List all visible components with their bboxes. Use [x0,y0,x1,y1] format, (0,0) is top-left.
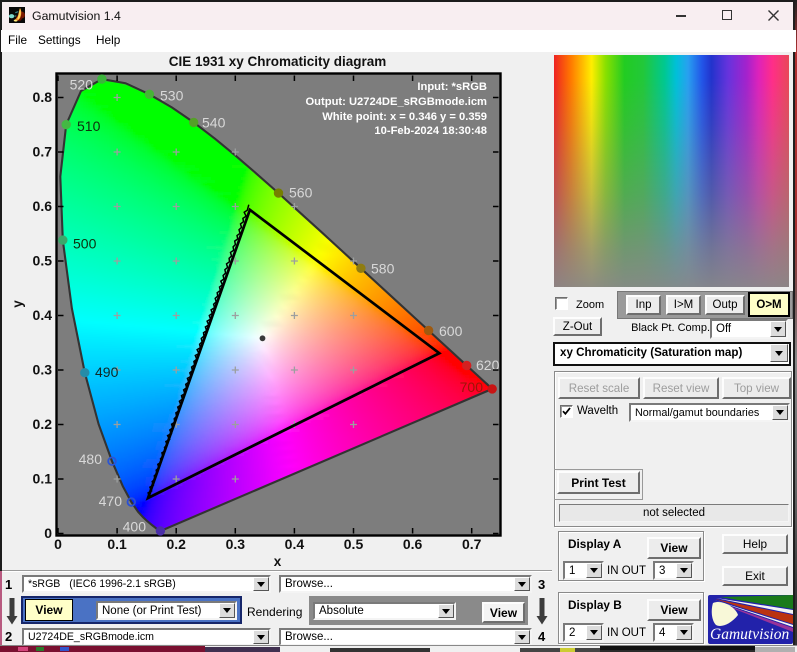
svg-text:0.5: 0.5 [33,253,53,269]
svg-text:0.5: 0.5 [344,536,364,552]
svg-text:0.7: 0.7 [462,536,482,552]
svg-text:Output: U2724DE_sRGBmode.icm: Output: U2724DE_sRGBmode.icm [305,96,487,108]
svg-text:530: 530 [160,88,184,104]
svg-text:600: 600 [439,323,463,339]
svg-text:White point: x = 0.346 y = 0: White point: x = 0.346 y = 0.359 [322,111,487,123]
svg-text:400: 400 [123,519,147,535]
svg-text:CIE 1931 xy Chromaticity diagr: CIE 1931 xy Chromaticity diagram [169,54,387,69]
svg-text:700: 700 [460,379,484,395]
svg-text:510: 510 [77,118,101,134]
svg-text:y: y [10,300,25,308]
svg-text:10-Feb-2024 18:30:48: 10-Feb-2024 18:30:48 [374,125,487,137]
svg-text:0.3: 0.3 [33,362,53,378]
svg-text:0.7: 0.7 [33,144,53,160]
svg-text:0: 0 [44,525,52,541]
svg-text:0.8: 0.8 [33,89,53,105]
svg-text:Gamutvision: Gamutvision [710,626,789,643]
svg-text:0.1: 0.1 [33,471,53,487]
svg-text:Input: *sRGB: Input: *sRGB [417,81,487,93]
svg-text:560: 560 [289,185,313,201]
svg-text:0.6: 0.6 [33,198,53,214]
svg-text:0.4: 0.4 [33,307,53,323]
svg-text:540: 540 [202,115,226,131]
svg-text:0.4: 0.4 [285,536,305,552]
svg-text:0.2: 0.2 [166,536,186,552]
svg-text:0: 0 [54,536,62,552]
svg-text:0.6: 0.6 [403,536,423,552]
svg-text:0.1: 0.1 [107,536,127,552]
svg-text:520: 520 [70,77,94,93]
svg-text:470: 470 [99,493,123,509]
svg-text:0.3: 0.3 [226,536,246,552]
svg-text:x: x [274,554,282,569]
svg-text:480: 480 [79,451,103,467]
svg-text:500: 500 [73,236,97,252]
svg-text:490: 490 [95,364,119,380]
svg-text:0.2: 0.2 [33,416,53,432]
svg-text:580: 580 [371,261,395,277]
